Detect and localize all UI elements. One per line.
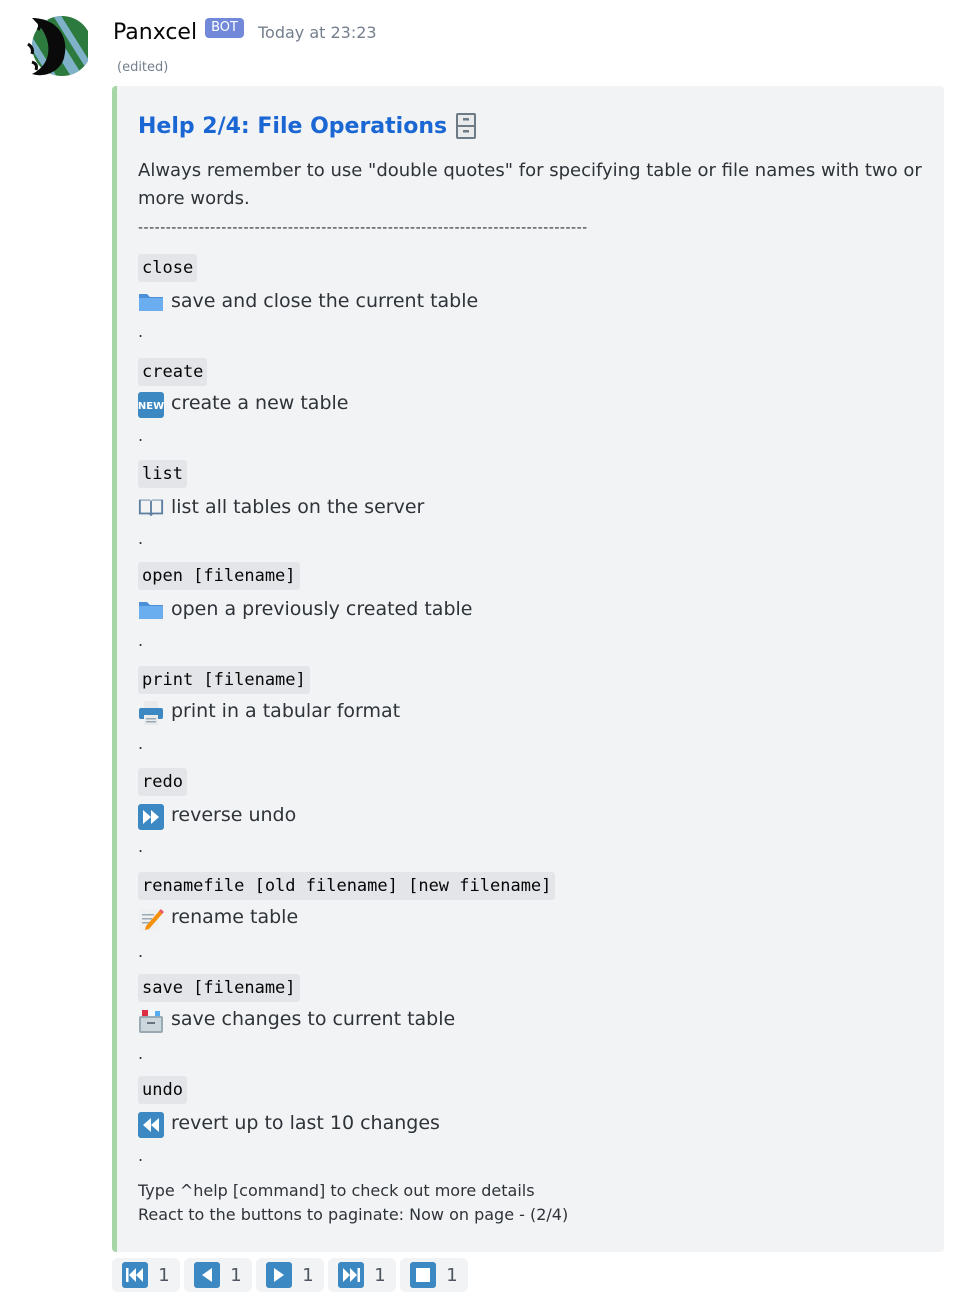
card-file-box-icon [138,1008,164,1033]
printer-icon [138,700,164,725]
folder-icon [138,290,164,312]
bot-avatar[interactable] [24,14,88,78]
command-redo: redo [138,768,187,796]
separator-dot: . [138,837,144,856]
command-create: create [138,358,208,386]
separator-dot: . [138,734,144,753]
reaction-first-page[interactable]: 1 [112,1258,180,1292]
separator-dot: . [138,529,144,548]
reaction-count: 1 [230,1264,242,1286]
command-list: list [138,460,187,488]
command-create-description: NEW create a new table [138,392,348,418]
command-list-description: list all tables on the server [138,496,424,518]
separator-dot: . [138,942,144,961]
command-open-description: open a previously created table [138,598,472,620]
command-undo: undo [138,1076,187,1104]
command-renamefile: renamefile [old filename] [new filename] [138,872,556,900]
rewind-icon [138,1112,164,1138]
next-page-icon [266,1262,293,1288]
command-renamefile-description: rename table [138,906,298,931]
command-undo-description: revert up to last 10 changes [138,1112,440,1138]
footer-help-line: Type ^help [command] to check out more d… [138,1181,535,1200]
username[interactable]: Panxcel [113,20,197,45]
command-open: open [filename] [138,562,300,590]
reaction-last-page[interactable]: 1 [328,1258,396,1292]
reaction-count: 1 [374,1264,386,1286]
svg-text:NEW: NEW [138,401,164,412]
embed-title-text: Help 2/4: File Operations [138,113,448,139]
help-embed: Help 2/4: File Operations Always remembe… [112,86,944,1252]
command-close: close [138,254,198,282]
edited-label: (edited) [117,60,169,75]
footer-page-line: React to the buttons to paginate: Now on… [138,1205,569,1224]
embed-footer: Type ^help [command] to check out more d… [138,1179,568,1227]
reaction-count: 1 [158,1264,170,1286]
last-page-icon [338,1262,365,1288]
bot-tag: BOT [205,18,244,38]
command-close-description: save and close the current table [138,290,478,312]
separator-dot: . [138,1044,144,1063]
separator-dot: . [138,1146,144,1165]
command-save: save [filename] [138,974,300,1002]
separator-line: ----------------------------------------… [138,220,588,236]
new-icon: NEW [138,392,164,418]
separator-dot: . [138,322,144,341]
reaction-previous-page[interactable]: 1 [184,1258,252,1292]
file-cabinet-icon [456,113,477,139]
command-redo-description: reverse undo [138,804,296,830]
command-print-description: print in a tabular format [138,700,400,725]
reaction-stop[interactable]: 1 [400,1258,468,1292]
message-header: Panxcel BOT Today at 23:23 [113,16,377,48]
book-icon [138,496,164,518]
embed-description: Always remember to use "double quotes" f… [138,160,922,209]
stop-icon [410,1262,437,1288]
reaction-count: 1 [302,1264,314,1286]
previous-page-icon [194,1262,221,1288]
reaction-count: 1 [446,1264,458,1286]
reaction-next-page[interactable]: 1 [256,1258,324,1292]
timestamp[interactable]: Today at 23:23 [258,23,377,42]
separator-dot: . [138,426,144,445]
first-page-icon [122,1262,149,1288]
fast-forward-icon [138,804,164,830]
embed-title: Help 2/4: File Operations [138,112,477,140]
folder-icon [138,598,164,620]
reaction-bar: 1 1 1 1 1 [112,1258,468,1292]
separator-dot: . [138,631,144,650]
command-save-description: save changes to current table [138,1008,455,1033]
memo-icon [138,906,164,931]
command-print: print [filename] [138,666,310,694]
